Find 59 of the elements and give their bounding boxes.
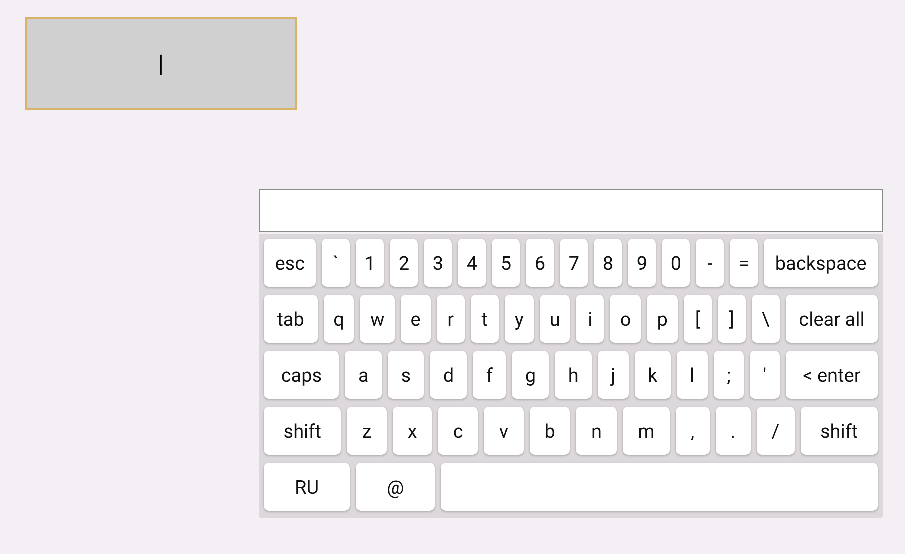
keyboard-key[interactable]: n — [576, 407, 618, 455]
keyboard-key[interactable]: u — [540, 295, 570, 343]
keyboard-key[interactable]: / — [756, 407, 795, 455]
keyboard-key[interactable]: 3 — [424, 239, 452, 287]
keyboard-key[interactable]: m — [623, 407, 670, 455]
keyboard-key[interactable]: s — [388, 351, 424, 399]
keyboard-key[interactable]: i — [576, 295, 604, 343]
keyboard-key[interactable]: - — [696, 239, 724, 287]
keyboard-key[interactable]: r — [436, 295, 465, 343]
keyboard-key[interactable]: shift — [800, 407, 878, 455]
keyboard-key[interactable]: caps — [264, 351, 340, 399]
keyboard-key[interactable]: 4 — [458, 239, 486, 287]
keyboard-key[interactable]: esc — [264, 239, 316, 287]
keyboard-key[interactable]: y — [504, 295, 534, 343]
keyboard-key[interactable]: v — [484, 407, 524, 455]
keyboard-key[interactable]: , — [676, 407, 710, 455]
keyboard-key[interactable]: backspace — [764, 239, 878, 287]
keyboard-input-field[interactable] — [259, 189, 883, 232]
keyboard-key[interactable]: z — [347, 407, 387, 455]
keyboard-key[interactable]: 0 — [662, 239, 690, 287]
keyboard-key[interactable]: 9 — [628, 239, 656, 287]
keyboard-key[interactable]: d — [430, 351, 468, 399]
keyboard-key[interactable]: c — [438, 407, 478, 455]
keyboard-key[interactable]: a — [345, 351, 382, 399]
keyboard-key[interactable]: 2 — [390, 239, 418, 287]
keyboard-key[interactable]: 7 — [560, 239, 588, 287]
keyboard-key[interactable]: 8 — [594, 239, 622, 287]
keyboard-key[interactable]: [ — [684, 295, 712, 343]
keyboard-key[interactable]: w — [360, 295, 395, 343]
keyboard-key[interactable]: RU — [264, 463, 350, 511]
keyboard-key[interactable]: l — [676, 351, 708, 399]
keyboard-key[interactable]: . — [716, 407, 751, 455]
keyboard-key[interactable]: e — [400, 295, 431, 343]
keyboard-key[interactable]: clear all — [786, 295, 878, 343]
keyboard-key[interactable]: ] — [718, 295, 746, 343]
keyboard-key[interactable]: ` — [322, 239, 350, 287]
keyboard-key[interactable]: k — [634, 351, 671, 399]
text-display-field[interactable]: | — [25, 17, 297, 110]
keyboard-key[interactable]: g — [512, 351, 550, 399]
keyboard-key[interactable]: shift — [264, 407, 342, 455]
keyboard-key[interactable]: 1 — [356, 239, 384, 287]
keyboard-key[interactable]: j — [598, 351, 629, 399]
keyboard-key[interactable]: q — [324, 295, 354, 343]
keyboard-key[interactable]: tab — [264, 295, 318, 343]
keyboard-key[interactable]: b — [530, 407, 570, 455]
keyboard-key[interactable]: x — [392, 407, 432, 455]
keyboard-key[interactable]: \ — [752, 295, 780, 343]
keyboard-key[interactable]: @ — [356, 463, 436, 511]
keyboard-key[interactable]: 6 — [526, 239, 554, 287]
keyboard-key[interactable]: 5 — [492, 239, 520, 287]
keyboard-key[interactable]: f — [473, 351, 506, 399]
keyboard-key[interactable]: h — [555, 351, 592, 399]
keyboard-key[interactable]: ; — [714, 351, 744, 399]
keyboard-key[interactable]: < enter — [786, 351, 878, 399]
keyboard-key[interactable]: o — [610, 295, 642, 343]
keyboard-key[interactable]: ' — [750, 351, 780, 399]
keyboard-key[interactable]: = — [730, 239, 758, 287]
keyboard-key[interactable]: p — [647, 295, 678, 343]
keyboard-key[interactable]: t — [470, 295, 499, 343]
